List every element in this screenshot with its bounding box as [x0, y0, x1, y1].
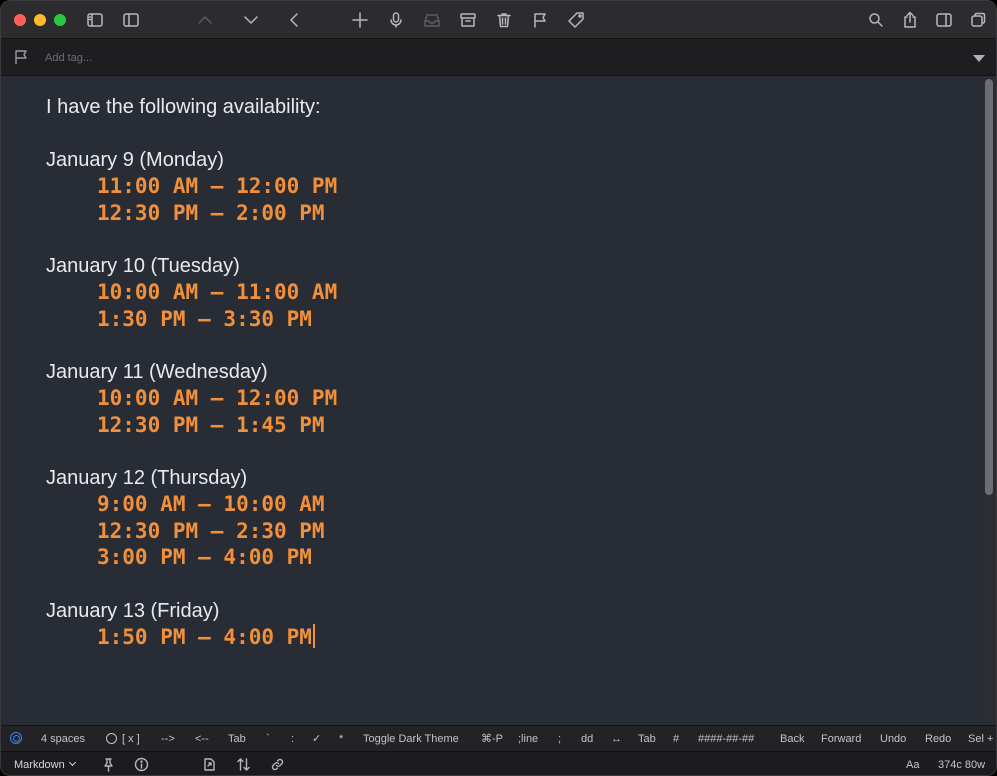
- key-tab[interactable]: Tab: [228, 732, 246, 746]
- key-toggle-dark-theme[interactable]: Toggle Dark Theme: [363, 732, 459, 746]
- time-slot: 1:30 PM – 3:30 PM: [97, 306, 312, 331]
- character-word-count[interactable]: 374c 80w: [938, 759, 985, 771]
- new-note-icon[interactable]: [350, 10, 370, 30]
- chevron-down-icon: [68, 758, 76, 767]
- time-slot: 10:00 AM – 12:00 PM: [97, 386, 338, 410]
- app-window: I have the following availability: Janua…: [0, 0, 997, 776]
- split-view-icon[interactable]: [934, 10, 954, 30]
- key-cmd-p[interactable]: ⌘-P: [481, 732, 503, 746]
- time-slot: 12:30 PM – 1:45 PM: [97, 412, 325, 437]
- time-slot-with-cursor: 1:50 PM – 4:00 PM: [46, 623, 984, 651]
- tag-flag-icon: [13, 49, 31, 67]
- time-slot: 12:30 PM – 2:00 PM: [97, 200, 325, 225]
- key-indent[interactable]: 4 spaces: [41, 732, 85, 746]
- key-checkbox-label: [ x ]: [122, 733, 140, 745]
- share-icon[interactable]: [900, 10, 920, 30]
- time-slot: 11:00 AM – 12:00 PM: [97, 174, 338, 198]
- chevron-up-icon[interactable]: [195, 10, 215, 30]
- link-icon[interactable]: [270, 757, 286, 773]
- day-heading: January 9 (Monday): [46, 149, 224, 171]
- font-settings-button[interactable]: Aa: [906, 759, 919, 771]
- key-semicolon[interactable]: ;: [558, 732, 561, 746]
- key-arrow-right[interactable]: -->: [161, 732, 175, 746]
- panel-icon[interactable]: [121, 10, 141, 30]
- key-asterisk[interactable]: *: [339, 732, 343, 746]
- key-back[interactable]: Back: [780, 732, 804, 746]
- minimize-window-button[interactable]: [34, 14, 46, 26]
- day-heading: January 13 (Friday): [46, 599, 220, 622]
- time-slot: 3:00 PM – 4:00 PM: [97, 545, 312, 569]
- key-forward[interactable]: Forward: [821, 732, 861, 746]
- day-heading: January 10 (Tuesday): [46, 255, 240, 277]
- pin-icon[interactable]: [101, 757, 117, 773]
- text-cursor: [312, 623, 315, 648]
- trash-icon[interactable]: [494, 10, 514, 30]
- close-window-button[interactable]: [14, 14, 26, 26]
- copy-window-icon[interactable]: [968, 10, 988, 30]
- key-checkmark[interactable]: ✓: [312, 732, 321, 746]
- add-tag-input[interactable]: [45, 50, 445, 66]
- sidebar-icon[interactable]: [85, 10, 105, 30]
- key-select-plus[interactable]: Sel +: [968, 732, 993, 746]
- day-block-jan-13: January 13 (Friday) 1:50 PM – 4:00 PM: [46, 598, 984, 651]
- status-bar: Markdown Aa 374c 80w: [1, 751, 996, 775]
- chevron-down-icon[interactable]: [241, 10, 261, 30]
- time-slot: 12:30 PM – 2:30 PM: [97, 518, 325, 543]
- inbox-icon[interactable]: [422, 10, 442, 30]
- zoom-window-button[interactable]: [54, 14, 66, 26]
- toolbar: [1, 1, 996, 39]
- key-line[interactable]: ;line: [518, 732, 538, 746]
- day-block-jan-9: January 9 (Monday) 11:00 AM – 12:00 PM 1…: [46, 147, 984, 226]
- syntax-mode-select[interactable]: Markdown: [14, 758, 76, 771]
- time-slot-text: 1:50 PM – 4:00 PM: [97, 624, 312, 649]
- key-backtick[interactable]: `: [266, 732, 270, 746]
- archive-icon[interactable]: [458, 10, 478, 30]
- key-tab-2[interactable]: Tab: [638, 732, 656, 746]
- day-block-jan-11: January 11 (Wednesday) 10:00 AM – 12:00 …: [46, 359, 984, 438]
- keyboard-shortcut-bar: 4 spaces [ x ] --> <-- Tab ` : ✓ * Toggl…: [1, 725, 996, 751]
- time-slot: 10:00 AM – 11:00 AM: [97, 280, 338, 304]
- back-icon[interactable]: [284, 10, 304, 30]
- key-undo[interactable]: Undo: [880, 732, 906, 746]
- tag-dropdown-chevron-icon[interactable]: [973, 55, 985, 62]
- info-icon[interactable]: [134, 757, 150, 773]
- day-block-jan-10: January 10 (Tuesday) 10:00 AM – 11:00 AM…: [46, 253, 984, 332]
- key-redo[interactable]: Redo: [925, 732, 951, 746]
- note-link-icon[interactable]: [202, 757, 218, 773]
- dark-mode-ring-icon[interactable]: [10, 732, 22, 744]
- time-slot: 9:00 AM – 10:00 AM: [97, 492, 325, 516]
- day-heading: January 11 (Wednesday): [46, 361, 268, 383]
- editor-scrollbar[interactable]: [983, 77, 995, 724]
- search-icon[interactable]: [866, 10, 886, 30]
- scrollbar-thumb[interactable]: [985, 79, 993, 495]
- syntax-mode-label: Markdown: [14, 759, 65, 771]
- key-arrow-left[interactable]: <--: [195, 732, 209, 746]
- key-checkbox[interactable]: [ x ]: [106, 732, 140, 746]
- key-date[interactable]: ####-##-##: [698, 732, 754, 746]
- key-dd[interactable]: dd: [581, 732, 593, 746]
- tag-bar: [1, 39, 996, 76]
- sort-arrows-icon[interactable]: [236, 757, 252, 773]
- key-swap[interactable]: ↔: [611, 732, 622, 746]
- key-hash[interactable]: #: [673, 732, 679, 746]
- microphone-icon[interactable]: [386, 10, 406, 30]
- day-block-jan-12: January 12 (Thursday) 9:00 AM – 10:00 AM…: [46, 465, 984, 571]
- note-editor[interactable]: I have the following availability: Janua…: [1, 76, 984, 725]
- key-colon[interactable]: :: [291, 732, 294, 746]
- day-heading: January 12 (Thursday): [46, 467, 248, 489]
- flag-icon[interactable]: [530, 10, 550, 30]
- note-intro-line: I have the following availability:: [46, 96, 321, 118]
- checkbox-circle-icon: [106, 733, 117, 744]
- tag-icon[interactable]: [566, 10, 586, 30]
